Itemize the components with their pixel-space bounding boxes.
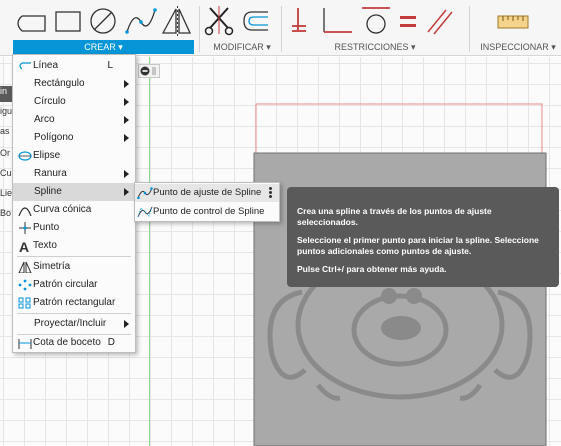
menu-item-shortcut: L [107,60,113,71]
menu-item-label: Texto [33,240,57,251]
submenu-item-label: Punto de ajuste de Spline [153,187,262,198]
conic-curve-icon [18,207,32,216]
menu-item-rectangular-pattern[interactable]: Patrón rectangular [13,294,135,312]
menu-item-label: Spline [34,186,62,197]
more-options-icon[interactable] [269,186,273,200]
line-icon [19,62,31,70]
svg-text:A: A [19,240,29,252]
character-nose [381,316,421,340]
menu-item-conic-curve[interactable]: Curva cónica [13,201,135,219]
menu-item-line[interactable]: Línea L [13,57,135,75]
menu-divider [17,256,131,257]
menu-item-label: Punto [33,222,60,233]
menu-item-label: Elipse [33,150,61,161]
menu-item-shortcut: D [107,337,115,348]
menu-item-label: Ranura [34,168,67,179]
submenu-arrow-icon [124,134,129,142]
submenu-arrow-icon [124,320,129,328]
menu-item-label: Proyectar/Incluir [34,318,107,329]
submenu-item-fit-point-spline[interactable]: Punto de ajuste de Spline [135,184,279,202]
submenu-arrow-icon [124,116,129,124]
tooltip-instructions: Seleccione el primer punto para iniciar … [297,235,539,256]
ellipse-icon [18,151,32,161]
menu-item-mirror[interactable]: Simetría [13,258,135,276]
menu-item-label: Polígono [34,132,74,143]
menu-item-slot[interactable]: Ranura [13,165,135,183]
menu-item-label: Cota de boceto [33,337,101,348]
menu-item-polygon[interactable]: Polígono [13,129,135,147]
spline-tooltip: Crea una spline a través de los puntos d… [287,187,559,287]
menu-item-sketch-dimension[interactable]: Cota de boceto D [13,334,135,352]
create-dropdown-menu: Línea L Rectángulo Círculo Arco Polígono… [12,54,136,353]
circular-pattern-icon [18,279,32,291]
submenu-arrow-icon [124,188,129,196]
menu-item-ellipse[interactable]: Elipse [13,147,135,165]
fit-point-spline-icon [137,187,153,199]
menu-divider [17,313,131,314]
menu-item-spline[interactable]: Spline [13,183,135,201]
submenu-item-label: Punto de control de Spline [153,206,265,217]
menu-item-label: Rectángulo [34,78,85,89]
menu-item-label: Patrón rectangular [33,297,116,308]
menu-item-text[interactable]: A Texto [13,237,135,255]
mirror-icon [18,261,32,273]
menu-item-circular-pattern[interactable]: Patrón circular [13,276,135,294]
menu-item-label: Círculo [34,96,66,107]
sketch-dimension-icon [18,339,32,349]
tooltip-description: Crea una spline a través de los puntos d… [297,206,492,227]
text-icon: A [19,240,29,252]
menu-item-label: Línea [33,60,59,71]
menu-item-rectangle[interactable]: Rectángulo [13,75,135,93]
spline-submenu: Punto de ajuste de Spline Punto de contr… [134,182,280,222]
tooltip-help-hint: Pulse Ctrl+/ para obtener más ayuda. [297,264,447,274]
menu-item-label: Arco [34,114,55,125]
browser-collapse-icon[interactable] [138,64,160,78]
character-eye-left [381,288,397,304]
menu-item-arc[interactable]: Arco [13,111,135,129]
menu-item-label: Simetría [33,261,71,272]
character-eye-right [406,288,422,304]
menu-item-point[interactable]: Punto [13,219,135,237]
point-icon [19,222,31,234]
menu-item-circle[interactable]: Círculo [13,93,135,111]
menu-item-label: Curva cónica [33,204,92,215]
submenu-item-control-point-spline[interactable]: Punto de control de Spline [135,203,279,221]
menu-item-project-include[interactable]: Proyectar/Incluir [13,315,135,333]
menu-item-label: Patrón circular [33,279,98,290]
rectangular-pattern-icon [18,297,31,309]
control-point-spline-icon [137,206,153,218]
submenu-arrow-icon [124,80,129,88]
submenu-arrow-icon [124,98,129,106]
submenu-arrow-icon [124,170,129,178]
